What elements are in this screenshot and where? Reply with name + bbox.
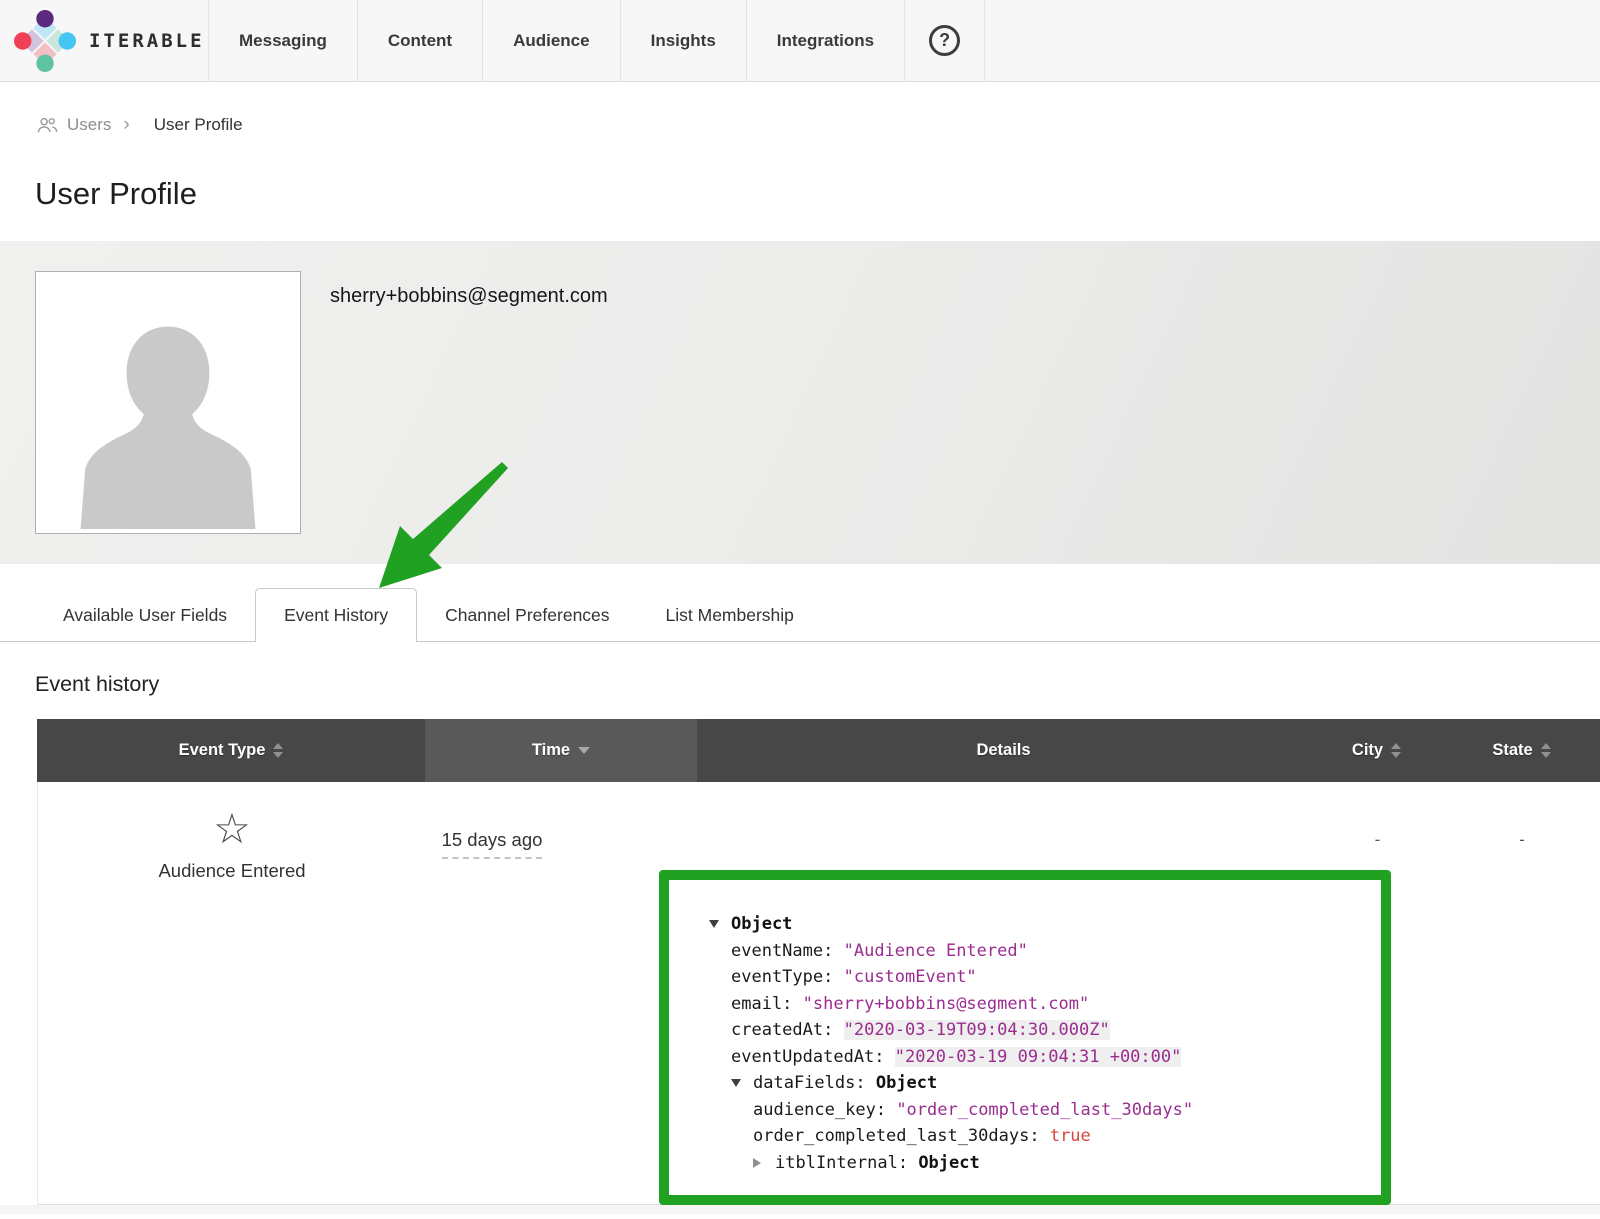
help-icon: ? — [929, 25, 960, 56]
brand-name: ITERABLE — [89, 30, 205, 52]
tab-channel-preferences[interactable]: Channel Preferences — [417, 589, 637, 641]
section-heading: Event history — [35, 672, 1600, 697]
nav-item-insights[interactable]: Insights — [620, 0, 746, 81]
triangle-expanded-icon[interactable] — [731, 1079, 741, 1087]
json-entry: audience_key: "order_completed_last_30da… — [669, 1097, 1381, 1124]
star-icon: ☆ — [38, 808, 426, 850]
json-node-datafields[interactable]: dataFields: Object — [669, 1070, 1381, 1097]
help-button[interactable]: ? — [904, 0, 985, 81]
user-profile-page: ITERABLE Messaging Content Audience Insi… — [0, 0, 1600, 1219]
column-header-details: Details — [697, 719, 1310, 782]
column-header-event-type[interactable]: Event Type — [37, 719, 425, 782]
sort-icon — [1541, 743, 1551, 758]
column-header-time[interactable]: Time — [425, 719, 697, 782]
details-json-annotation-box: Object eventName: "Audience Entered" eve… — [659, 870, 1391, 1205]
event-type-label: Audience Entered — [38, 860, 426, 882]
json-entry: createdAt: "2020-03-19T09:04:30.000Z" — [669, 1017, 1381, 1044]
profile-tabs: Available User Fields Event History Chan… — [0, 589, 1600, 642]
profile-hero: sherry+bobbins@segment.com — [0, 241, 1600, 564]
triangle-collapsed-icon[interactable] — [753, 1158, 761, 1168]
time-cell: 15 days ago — [426, 782, 698, 1204]
column-header-city[interactable]: City — [1310, 719, 1443, 782]
breadcrumb-current-label: User Profile — [154, 115, 243, 135]
breadcrumb-users-link[interactable]: Users — [35, 115, 111, 135]
users-icon — [35, 117, 59, 134]
nav-item-messaging[interactable]: Messaging — [208, 0, 357, 81]
json-root-node[interactable]: Object — [669, 911, 1381, 938]
page-title: User Profile — [35, 176, 1600, 212]
tab-list-membership[interactable]: List Membership — [638, 589, 822, 641]
avatar-placeholder-icon — [53, 295, 283, 533]
json-entry: eventType: "customEvent" — [669, 964, 1381, 991]
sort-desc-icon — [578, 747, 590, 754]
breadcrumb-root-label: Users — [67, 115, 111, 135]
event-type-cell: ☆ Audience Entered — [38, 782, 426, 1204]
nav-item-audience[interactable]: Audience — [482, 0, 620, 81]
json-entry: eventName: "Audience Entered" — [669, 938, 1381, 965]
top-nav: ITERABLE Messaging Content Audience Insi… — [0, 0, 1600, 82]
table-header: Event Type Time Details City State — [37, 719, 1600, 782]
sort-icon — [273, 743, 283, 758]
json-entry: email: "sherry+bobbins@segment.com" — [669, 991, 1381, 1018]
time-value[interactable]: 15 days ago — [442, 829, 543, 859]
json-entry: eventUpdatedAt: "2020-03-19 09:04:31 +00… — [669, 1044, 1381, 1071]
tab-event-history[interactable]: Event History — [255, 588, 417, 642]
user-email: sherry+bobbins@segment.com — [330, 285, 608, 308]
page-bottom-strip — [0, 1205, 1600, 1214]
state-value: - — [1444, 782, 1600, 1204]
table-row: ☆ Audience Entered 15 days ago - - Objec… — [37, 782, 1600, 1205]
triangle-expanded-icon[interactable] — [709, 920, 719, 928]
nav-item-content[interactable]: Content — [357, 0, 482, 81]
chevron-right-icon: › — [123, 114, 129, 136]
tab-available-user-fields[interactable]: Available User Fields — [35, 589, 255, 641]
json-node-itblinternal[interactable]: itblInternal: Object — [669, 1150, 1381, 1177]
iterable-logo-icon — [14, 10, 76, 72]
avatar — [35, 271, 301, 534]
column-header-state[interactable]: State — [1443, 719, 1600, 782]
iterable-logo[interactable]: ITERABLE — [0, 0, 208, 81]
sort-icon — [1391, 743, 1401, 758]
nav-item-integrations[interactable]: Integrations — [746, 0, 904, 81]
event-history-table: Event Type Time Details City State ☆ — [37, 719, 1600, 1205]
breadcrumb: Users › User Profile — [35, 114, 1600, 136]
json-entry: order_completed_last_30days: true — [669, 1123, 1381, 1150]
